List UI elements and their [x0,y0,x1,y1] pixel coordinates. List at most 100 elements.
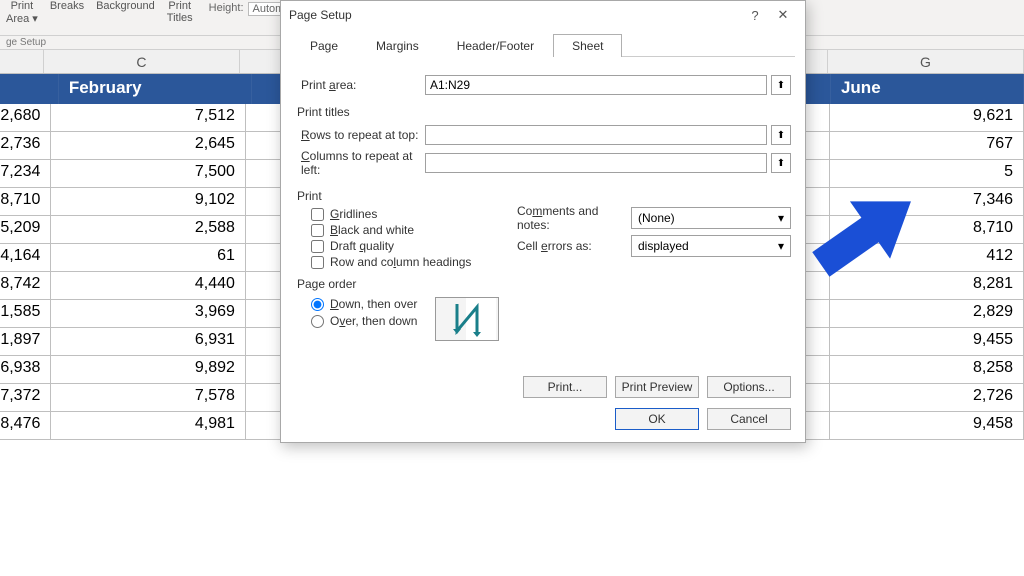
cell[interactable]: 2,645 [51,132,246,159]
gridlines-checkbox[interactable]: Gridlines [311,207,481,221]
cell[interactable]: 1,585 [0,300,51,327]
comments-label: Comments and notes: [501,204,631,232]
cell[interactable]: 412 [830,244,1024,271]
comments-row: Comments and notes: (None)▾ [501,204,791,232]
cell[interactable]: 2,588 [51,216,246,243]
cell[interactable]: 9,621 [830,104,1024,131]
page-order-group: Down, then over Over, then down [295,297,791,328]
print-area-input[interactable] [425,75,767,95]
col-head[interactable] [0,50,44,73]
ribbon-label: Breaks [50,0,84,12]
print-preview-button[interactable]: Print Preview [615,376,699,398]
cell[interactable]: 2,736 [0,132,51,159]
tab-margins[interactable]: Margins [357,34,438,57]
col-head-g[interactable]: G [828,50,1024,73]
row-col-headings-checkbox[interactable]: Row and column headings [311,255,481,269]
print-titles-button[interactable]: Print Titles [161,0,199,35]
cols-repeat-row: Columns to repeat at left: ⬆ [295,149,791,177]
cell[interactable]: 8,476 [0,412,51,439]
cell[interactable]: 9,102 [51,188,246,215]
ok-button[interactable]: OK [615,408,699,430]
cell[interactable]: 9,458 [830,412,1024,439]
cell[interactable]: 8,281 [830,272,1024,299]
cell[interactable]: 2,829 [830,300,1024,327]
page-order-header: Page order [295,271,791,293]
cell[interactable]: 7,512 [51,104,246,131]
print-button[interactable]: Print... [523,376,607,398]
close-button[interactable]: ✕ [769,7,797,23]
draft-quality-checkbox[interactable]: Draft quality [311,239,481,253]
ribbon-label: Background [96,0,155,12]
rows-repeat-row: Rows to repeat at top: ⬆ [295,125,791,145]
breaks-button[interactable]: Breaks [44,0,90,35]
cell[interactable]: 7,372 [0,384,51,411]
cell[interactable]: 767 [830,132,1024,159]
range-select-icon[interactable]: ⬆ [771,75,791,95]
rows-repeat-input[interactable] [425,125,767,145]
tabstrip: Page Margins Header/Footer Sheet [291,33,795,57]
cell[interactable]: 8,742 [0,272,51,299]
tab-sheet[interactable]: Sheet [553,34,622,57]
comments-select[interactable]: (None)▾ [631,207,791,229]
ribbon-label: Area ▾ [6,12,38,25]
cols-repeat-label: Columns to repeat at left: [295,149,425,177]
cell[interactable]: 1,897 [0,328,51,355]
help-button[interactable]: ? [741,8,769,23]
rows-repeat-label: Rows to repeat at top: [295,128,425,142]
print-titles-header: Print titles [295,99,791,121]
cell[interactable]: 4,981 [51,412,246,439]
down-then-over-radio[interactable]: Down, then over [311,297,791,311]
cell[interactable]: 9,892 [51,356,246,383]
cell[interactable]: 4,440 [51,272,246,299]
cell[interactable]: 9,455 [830,328,1024,355]
options-button[interactable]: Options... [707,376,791,398]
cell[interactable]: 2,726 [830,384,1024,411]
tab-header-footer[interactable]: Header/Footer [438,34,553,57]
range-select-icon[interactable]: ⬆ [771,153,791,173]
cell[interactable]: 3,969 [51,300,246,327]
cell[interactable]: 5 [830,160,1024,187]
month-cell [0,74,59,104]
print-area-button[interactable]: Print Area ▾ [0,0,44,35]
cell[interactable]: 61 [51,244,246,271]
cell[interactable]: 7,500 [51,160,246,187]
print-area-row: Print area: ⬆ [295,75,791,95]
cols-repeat-input[interactable] [425,153,767,173]
dialog-body: Print area: ⬆ Print titles Rows to repea… [281,67,805,442]
dialog-buttons-row1: Print... Print Preview Options... [295,376,791,398]
cell[interactable]: 2,680 [0,104,51,131]
ribbon-label: Print [168,0,191,12]
over-then-down-radio[interactable]: Over, then down [311,314,791,328]
errors-row: Cell errors as: displayed▾ [501,235,791,257]
cell[interactable]: 8,710 [0,188,51,215]
background-button[interactable]: Background [90,0,161,35]
ribbon-label: Titles [167,12,193,24]
cell[interactable]: 7,346 [830,188,1024,215]
ribbon-label: Print [11,0,34,12]
month-february: February [59,74,252,104]
cell[interactable]: 5,209 [0,216,51,243]
print-header: Print [295,183,481,205]
cell[interactable]: 7,578 [51,384,246,411]
tab-page[interactable]: Page [291,34,357,57]
cell[interactable]: 8,258 [830,356,1024,383]
black-white-checkbox[interactable]: Black and white [311,223,481,237]
col-head-c[interactable]: C [44,50,240,73]
cell[interactable]: 6,931 [51,328,246,355]
dialog-title: Page Setup [289,8,741,22]
cell[interactable]: 4,164 [0,244,51,271]
height-label: Height: [209,2,244,14]
range-select-icon[interactable]: ⬆ [771,125,791,145]
cancel-button[interactable]: Cancel [707,408,791,430]
cell[interactable]: 7,234 [0,160,51,187]
cell[interactable]: 8,710 [830,216,1024,243]
page-setup-dialog: Page Setup ? ✕ Page Margins Header/Foote… [280,0,806,443]
dialog-titlebar: Page Setup ? ✕ [281,1,805,29]
errors-select[interactable]: displayed▾ [631,235,791,257]
errors-label: Cell errors as: [501,239,631,253]
dialog-buttons-row2: OK Cancel [295,408,791,430]
cell[interactable]: 6,938 [0,356,51,383]
print-area-label: Print area: [295,78,425,92]
page-order-icon [435,297,499,341]
month-june: June [831,74,1024,104]
